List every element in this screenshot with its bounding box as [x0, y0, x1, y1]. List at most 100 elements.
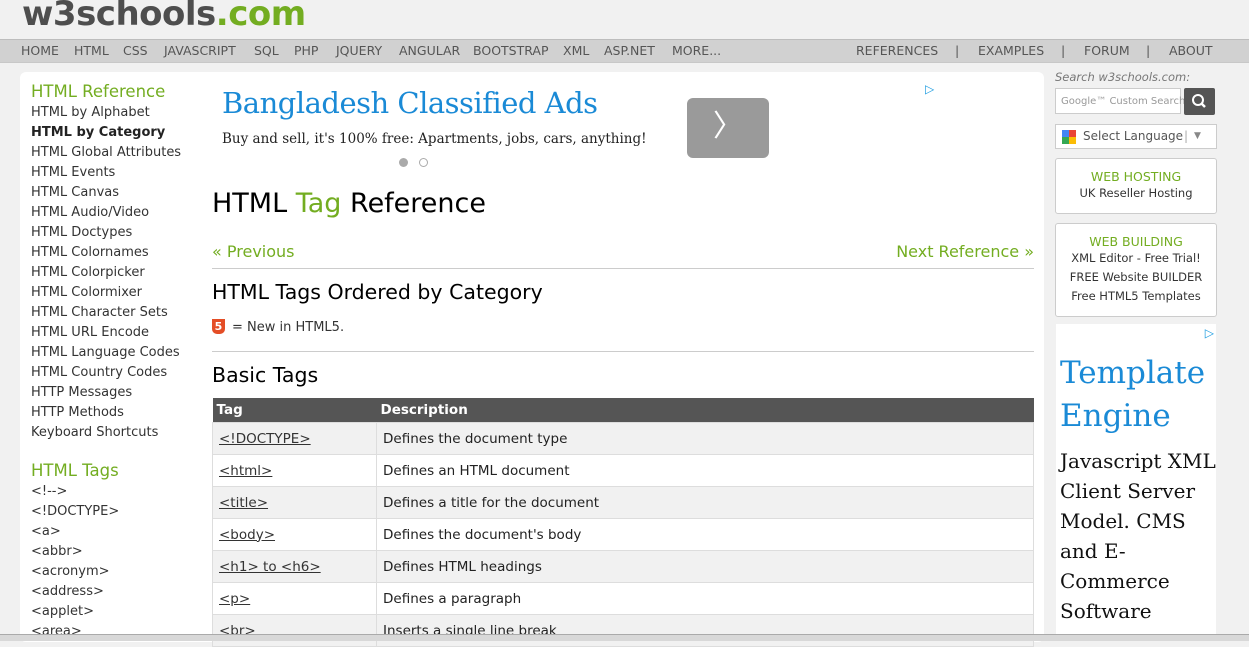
- nav-about[interactable]: ABOUT: [1169, 43, 1213, 58]
- sidebar-item-http-methods[interactable]: HTTP Methods: [31, 405, 124, 420]
- sidebar-tag-doctype[interactable]: <!DOCTYPE>: [31, 504, 119, 519]
- nav-references[interactable]: REFERENCES: [856, 43, 938, 58]
- search-input[interactable]: Google™ Custom Search: [1055, 88, 1185, 114]
- main-content-panel: HTML Reference HTML by Alphabet HTML by …: [20, 72, 1044, 647]
- nav-separator: |: [1061, 43, 1066, 58]
- column-header-description: Description: [376, 398, 1034, 423]
- page-title: HTML Tag Reference: [212, 188, 486, 219]
- description-cell: Defines an HTML document: [376, 454, 1034, 487]
- sidebar-item-doctypes[interactable]: HTML Doctypes: [31, 225, 132, 240]
- sidebar-tag-address[interactable]: <address>: [31, 584, 104, 599]
- nav-more[interactable]: MORE...: [672, 43, 721, 58]
- table-row: <body> Defines the document's body: [212, 518, 1034, 551]
- previous-link[interactable]: « Previous: [212, 242, 295, 261]
- web-hosting-title: WEB HOSTING: [1090, 169, 1182, 184]
- carousel-dot-active[interactable]: [399, 158, 408, 167]
- divider: [212, 351, 1034, 352]
- sidebar-item-colornames[interactable]: HTML Colornames: [31, 245, 149, 260]
- tag-link[interactable]: <p>: [219, 591, 250, 607]
- language-select-separator: |: [1184, 129, 1189, 143]
- sidebar-item-html-by-alphabet[interactable]: HTML by Alphabet: [31, 105, 150, 120]
- search-button[interactable]: [1184, 88, 1215, 115]
- table-row: <html> Defines an HTML document: [212, 454, 1034, 487]
- tag-cell: <p>: [212, 582, 377, 615]
- uk-reseller-hosting-link[interactable]: UK Reseller Hosting: [1056, 184, 1216, 203]
- w3schools-logo[interactable]: w3schools.com: [22, 0, 306, 36]
- ad-choices-icon[interactable]: ▷: [925, 82, 934, 96]
- table-row: <!DOCTYPE> Defines the document type: [212, 422, 1034, 455]
- nav-separator: |: [955, 43, 960, 58]
- sidebar-item-canvas[interactable]: HTML Canvas: [31, 185, 119, 200]
- nav-sql[interactable]: SQL: [254, 43, 279, 58]
- nav-html[interactable]: HTML: [74, 43, 109, 58]
- sidebar-tag-comment[interactable]: <!-->: [31, 484, 67, 499]
- sidebar-tag-a[interactable]: <a>: [31, 524, 61, 539]
- sidebar-item-country-codes[interactable]: HTML Country Codes: [31, 365, 167, 380]
- sidebar-tag-abbr[interactable]: <abbr>: [31, 544, 83, 559]
- nav-aspnet[interactable]: ASP.NET: [604, 43, 655, 58]
- tag-link[interactable]: <body>: [219, 527, 275, 543]
- language-select[interactable]: Select Language | ▼: [1055, 124, 1217, 149]
- sidebar-item-language-codes[interactable]: HTML Language Codes: [31, 345, 180, 360]
- language-select-label: Select Language: [1083, 129, 1184, 143]
- logo-text-main: w3schools: [22, 0, 216, 34]
- page-title-prefix: HTML: [212, 188, 296, 219]
- sidebar-item-events[interactable]: HTML Events: [31, 165, 115, 180]
- sidebar-item-http-messages[interactable]: HTTP Messages: [31, 385, 132, 400]
- html5-legend-text: = New in HTML5.: [232, 320, 345, 335]
- web-building-box: WEB BUILDING XML Editor - Free Trial! FR…: [1055, 223, 1217, 317]
- sidebar-tag-acronym[interactable]: <acronym>: [31, 564, 110, 579]
- tag-link[interactable]: <html>: [219, 463, 272, 479]
- side-ad[interactable]: ▷ Template Engine Javascript XML Client …: [1056, 324, 1216, 640]
- sidebar-item-colorpicker[interactable]: HTML Colorpicker: [31, 265, 145, 280]
- sidebar-item-url-encode[interactable]: HTML URL Encode: [31, 325, 149, 340]
- nav-css[interactable]: CSS: [123, 43, 148, 58]
- side-ad-title[interactable]: Template Engine: [1060, 352, 1216, 438]
- table-row: <h1> to <h6> Defines HTML headings: [212, 550, 1034, 583]
- tag-link[interactable]: <h1> to <h6>: [219, 559, 321, 575]
- table-row: <p> Defines a paragraph: [212, 582, 1034, 615]
- carousel-dot[interactable]: [419, 158, 428, 167]
- description-cell: Defines HTML headings: [376, 550, 1034, 583]
- logo-text-domain: .com: [215, 0, 306, 34]
- xml-editor-link[interactable]: XML Editor - Free Trial!: [1056, 249, 1216, 268]
- tag-link[interactable]: <title>: [219, 495, 268, 511]
- sidebar-tags-heading: HTML Tags: [31, 461, 119, 480]
- sidebar-item-colormixer[interactable]: HTML Colormixer: [31, 285, 142, 300]
- nav-php[interactable]: PHP: [294, 43, 318, 58]
- ad-subtitle: Buy and sell, it's 100% free: Apartments…: [222, 131, 647, 147]
- sidebar-item-keyboard-shortcuts[interactable]: Keyboard Shortcuts: [31, 425, 158, 440]
- table-header-row: Tag Description: [212, 398, 1034, 423]
- nav-forum[interactable]: FORUM: [1084, 43, 1130, 58]
- nav-examples[interactable]: EXAMPLES: [978, 43, 1044, 58]
- description-cell: Inserts a single line break: [376, 614, 1034, 647]
- website-builder-link[interactable]: FREE Website BUILDER: [1056, 268, 1216, 287]
- sidebar-item-html-by-category[interactable]: HTML by Category: [31, 125, 165, 140]
- ad-next-button[interactable]: 〉: [687, 98, 769, 158]
- search-icon: [1192, 94, 1206, 108]
- description-cell: Defines the document type: [376, 422, 1034, 455]
- sidebar-item-character-sets[interactable]: HTML Character Sets: [31, 305, 168, 320]
- tag-link[interactable]: <!DOCTYPE>: [219, 431, 311, 447]
- section-heading: HTML Tags Ordered by Category: [212, 280, 543, 304]
- sidebar-item-global-attributes[interactable]: HTML Global Attributes: [31, 145, 181, 160]
- sidebar-tag-applet[interactable]: <applet>: [31, 604, 94, 619]
- nav-javascript[interactable]: JAVASCRIPT: [164, 43, 236, 58]
- html5-templates-link[interactable]: Free HTML5 Templates: [1056, 287, 1216, 306]
- ad-choices-icon[interactable]: ▷: [1205, 326, 1214, 340]
- nav-angular[interactable]: ANGULAR: [399, 43, 460, 58]
- tag-cell: <title>: [212, 486, 377, 519]
- side-ad-body: Javascript XML Client Server Model. CMS …: [1060, 449, 1216, 623]
- sidebar-reference-heading: HTML Reference: [31, 82, 166, 101]
- web-building-title: WEB BUILDING: [1089, 234, 1183, 249]
- html5-icon: 5: [212, 319, 225, 334]
- column-header-tag: Tag: [212, 398, 377, 423]
- nav-home[interactable]: HOME: [21, 43, 59, 58]
- ad-title[interactable]: Bangladesh Classified Ads: [222, 86, 598, 120]
- sidebar-item-audio-video[interactable]: HTML Audio/Video: [31, 205, 149, 220]
- next-reference-link[interactable]: Next Reference »: [896, 242, 1034, 261]
- divider: [212, 268, 1034, 269]
- nav-jquery[interactable]: JQUERY: [336, 43, 382, 58]
- nav-xml[interactable]: XML: [563, 43, 589, 58]
- nav-bootstrap[interactable]: BOOTSTRAP: [473, 43, 549, 58]
